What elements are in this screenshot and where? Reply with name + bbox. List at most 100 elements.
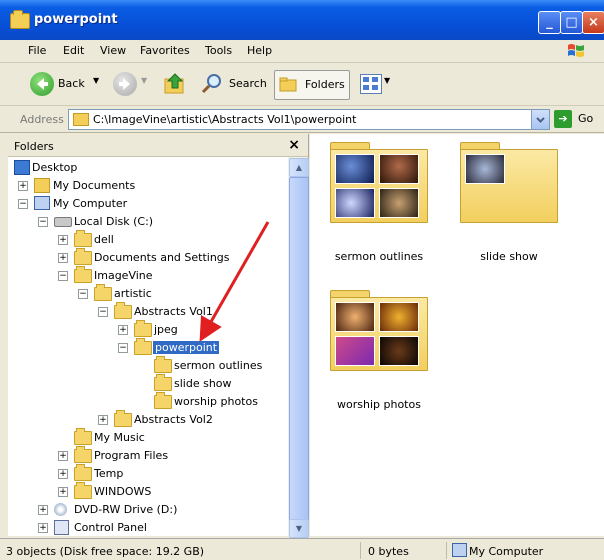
toolbar: Back ▼ ▼ Search Folders ▼ <box>0 63 604 106</box>
expand-icon[interactable]: + <box>58 451 68 461</box>
maximize-button[interactable]: □ <box>560 11 583 34</box>
search-button[interactable]: Search <box>229 77 267 90</box>
thumbnail <box>379 188 419 218</box>
thumbnail <box>465 154 505 184</box>
window-title: powerpoint <box>34 12 118 27</box>
collapse-icon[interactable]: − <box>98 307 108 317</box>
expand-icon[interactable]: + <box>98 415 108 425</box>
documents-icon <box>34 178 50 193</box>
folders-icon <box>279 77 297 92</box>
folder-icon <box>154 392 172 409</box>
thumbnail <box>379 302 419 332</box>
thumbnail <box>335 336 375 366</box>
menu-edit[interactable]: Edit <box>63 44 84 57</box>
folder-pane-title: Folders <box>14 140 54 153</box>
address-label: Address <box>20 113 64 126</box>
folder-sermon-outlines[interactable]: sermon outlines <box>330 142 428 263</box>
tree-scrollbar[interactable]: ▲ ▼ <box>288 157 309 538</box>
thumbnail <box>379 336 419 366</box>
folder-icon <box>114 410 132 427</box>
folder-label: slide show <box>480 250 538 263</box>
scrollbar-thumb[interactable] <box>289 177 309 521</box>
status-objects: 3 objects (Disk free space: 19.2 GB) <box>6 545 205 558</box>
drive-icon <box>54 217 72 227</box>
thumbnail <box>379 154 419 184</box>
thumbnail <box>335 188 375 218</box>
windows-logo-icon <box>568 44 584 57</box>
close-pane-icon[interactable]: × <box>288 137 300 153</box>
folder-icon <box>74 482 92 499</box>
expand-icon[interactable]: + <box>38 505 48 515</box>
views-icon[interactable] <box>360 74 382 94</box>
folder-icon <box>74 248 92 265</box>
menu-file[interactable]: File <box>28 44 46 57</box>
open-folder-icon <box>134 338 152 355</box>
menu-tools[interactable]: Tools <box>205 44 232 57</box>
address-bar: Address C:\ImageVine\artistic\Abstracts … <box>0 106 604 133</box>
folder-icon <box>74 428 92 445</box>
folder-icon <box>94 284 112 301</box>
expand-icon[interactable]: + <box>58 487 68 497</box>
menu-view[interactable]: View <box>100 44 126 57</box>
folder-icon <box>74 446 92 463</box>
collapse-icon[interactable]: − <box>38 217 48 227</box>
content-pane: sermon outlines slide show worship photo… <box>310 134 604 536</box>
expand-icon[interactable]: + <box>38 523 48 533</box>
folder-icon <box>134 320 152 337</box>
go-button[interactable]: Go <box>578 112 593 125</box>
folder-worship-photos[interactable]: worship photos <box>330 290 428 411</box>
collapse-icon[interactable]: − <box>58 271 68 281</box>
folder-pane: Folders × Desktop + My Documents − My Co… <box>8 134 309 538</box>
control-panel-icon <box>54 520 69 535</box>
forward-icon[interactable] <box>113 72 137 96</box>
menu-bar: File Edit View Favorites Tools Help <box>0 40 604 63</box>
folder-icon <box>74 464 92 481</box>
folder-label: sermon outlines <box>334 250 424 263</box>
status-bar: 3 objects (Disk free space: 19.2 GB) 0 b… <box>0 538 604 560</box>
up-folder-icon[interactable] <box>162 71 188 97</box>
folder-icon <box>10 10 30 29</box>
address-dropdown-icon[interactable] <box>531 110 549 129</box>
desktop-icon <box>14 160 30 175</box>
forward-dropdown-icon[interactable]: ▼ <box>141 76 147 85</box>
go-arrow-icon[interactable]: ➔ <box>554 110 572 128</box>
address-value: C:\ImageVine\artistic\Abstracts Vol1\pow… <box>93 113 357 126</box>
scroll-down-icon[interactable]: ▼ <box>289 519 309 538</box>
folder-label: worship photos <box>337 398 421 411</box>
expand-icon[interactable]: + <box>58 235 68 245</box>
expand-icon[interactable]: + <box>58 253 68 263</box>
back-dropdown-icon[interactable]: ▼ <box>93 76 99 85</box>
computer-icon <box>452 543 467 557</box>
folders-label: Folders <box>305 78 345 91</box>
collapse-icon[interactable]: − <box>118 343 128 353</box>
computer-icon <box>34 196 50 210</box>
folder-icon <box>114 302 132 319</box>
status-size: 0 bytes <box>368 545 409 558</box>
expand-icon[interactable]: + <box>58 469 68 479</box>
folder-slide-show[interactable]: slide show <box>460 142 558 263</box>
close-button[interactable]: × <box>582 11 604 34</box>
scroll-up-icon[interactable]: ▲ <box>289 158 309 177</box>
folder-icon <box>154 374 172 391</box>
folders-button[interactable]: Folders <box>274 70 350 100</box>
folder-tree: Desktop + My Documents − My Computer − L… <box>8 157 288 536</box>
dvd-drive-icon <box>54 503 67 516</box>
minimize-button[interactable]: _ <box>538 11 561 34</box>
folder-icon <box>73 113 89 126</box>
collapse-icon[interactable]: − <box>18 199 28 209</box>
menu-help[interactable]: Help <box>247 44 272 57</box>
menu-favorites[interactable]: Favorites <box>140 44 190 57</box>
address-field[interactable]: C:\ImageVine\artistic\Abstracts Vol1\pow… <box>68 109 550 130</box>
search-icon[interactable] <box>200 71 224 95</box>
collapse-icon[interactable]: − <box>78 289 88 299</box>
expand-icon[interactable]: + <box>118 325 128 335</box>
views-dropdown-icon[interactable]: ▼ <box>384 76 390 85</box>
folder-pane-header: Folders × <box>8 134 308 157</box>
title-bar[interactable]: powerpoint _ □ × <box>0 0 604 40</box>
thumbnail <box>335 302 375 332</box>
folder-icon <box>74 230 92 247</box>
back-icon[interactable] <box>30 72 54 96</box>
back-button[interactable]: Back <box>58 77 85 90</box>
expand-icon[interactable]: + <box>18 181 28 191</box>
folder-icon <box>74 266 92 283</box>
